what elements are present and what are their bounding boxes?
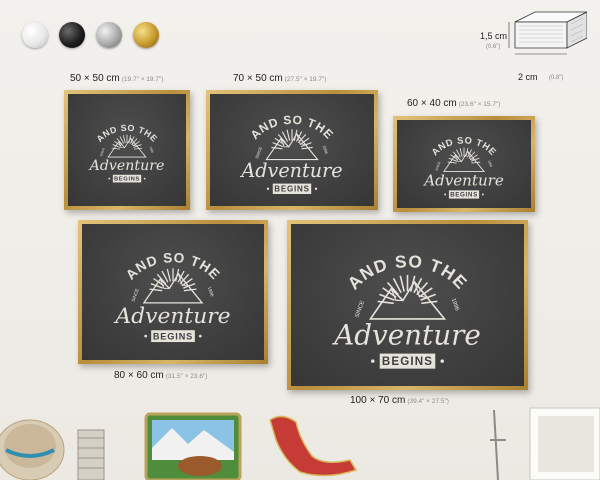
- artwork-line2: Adventure: [239, 159, 342, 182]
- sun-ray: [183, 288, 197, 292]
- size-label-80x60: 80 × 60 cm (31.5" × 23.6"): [114, 370, 208, 381]
- gold-finish-swatch[interactable]: [133, 22, 159, 48]
- frame-finish-swatches: [22, 22, 159, 48]
- sun-ray: [301, 146, 313, 150]
- sun-ray: [377, 300, 394, 305]
- artwork-since: SINCE: [254, 146, 263, 160]
- banner-dot: [371, 359, 375, 363]
- artwork-line2: Adventure: [113, 304, 230, 329]
- sun-ray: [166, 268, 172, 282]
- banner-dot: [198, 334, 202, 338]
- banner-dot: [444, 193, 447, 196]
- artwork-since: SINCE: [130, 288, 139, 303]
- artwork-year: 1996: [149, 146, 155, 154]
- artwork-line3: BEGINS: [153, 331, 193, 341]
- frame-60x40[interactable]: AND SO THE SINCE 1996 Adventure BEGINS: [393, 116, 535, 212]
- artwork-year: 1996: [207, 286, 215, 298]
- artwork-line3: BEGINS: [274, 185, 309, 194]
- sun-ray: [149, 288, 163, 292]
- sun-ray: [421, 300, 438, 305]
- sun-ray: [447, 161, 457, 164]
- artwork-graphic: AND SO THESINCE 1996AdventureBEGINS: [239, 113, 343, 194]
- artwork-graphic: AND SO THESINCE 1996AdventureBEGINS: [113, 250, 231, 343]
- banner-dot: [314, 187, 318, 190]
- sun-ray: [471, 161, 481, 164]
- sun-ray: [122, 135, 126, 144]
- artwork-line2: Adventure: [88, 158, 165, 174]
- artwork-line2: Adventure: [422, 171, 504, 189]
- size-label-70x50: 70 × 50 cm (27.5" × 19.7"): [233, 73, 327, 84]
- artwork: AND SO THE SINCE 1996 Adventure BEGINS: [397, 120, 531, 208]
- artwork-since: SINCE: [434, 161, 441, 171]
- banner-dot: [266, 187, 270, 190]
- profile-width-sub: (0.8"): [549, 75, 564, 81]
- profile-width-label: 2 cm: [518, 72, 538, 82]
- artwork-line3: BEGINS: [114, 177, 140, 183]
- artwork-since: SINCE: [99, 147, 106, 157]
- artwork-year: 1996: [322, 144, 330, 155]
- black-finish-swatch[interactable]: [59, 22, 85, 48]
- sun-ray: [111, 147, 121, 150]
- frame-profile-diagram: [508, 11, 587, 55]
- size-label-60x40: 60 × 40 cm (23.6" × 15.7"): [407, 98, 501, 109]
- frame-80x60[interactable]: AND SO THE SINCE 1996 Adventure BEGINS: [78, 220, 268, 364]
- banner-dot: [108, 177, 111, 180]
- artwork: AND SO THE SINCE 1996 Adventure BEGINS: [82, 224, 264, 360]
- artwork-year: 1996: [450, 298, 460, 312]
- white-finish-swatch[interactable]: [22, 22, 48, 48]
- artwork-line2: Adventure: [331, 318, 481, 351]
- frame-70x50[interactable]: AND SO THE SINCE 1996 Adventure BEGINS: [206, 90, 378, 210]
- banner-dot: [144, 334, 148, 338]
- artwork: AND SO THE SINCE 1996 Adventure BEGINS: [210, 94, 374, 206]
- sun-ray: [271, 146, 283, 150]
- sun-ray: [286, 129, 291, 141]
- frame-50x50[interactable]: AND SO THE SINCE 1996 Adventure BEGINS: [64, 90, 190, 210]
- size-label-50x50: 50 × 50 cm (19.7" × 19.7"): [70, 73, 164, 84]
- banner-dot: [440, 359, 444, 363]
- artwork: AND SO THE SINCE 1996 Adventure BEGINS: [68, 94, 186, 206]
- frame-100x70[interactable]: AND SO THE SINCE 1996 Adventure BEGINS: [287, 220, 528, 390]
- artwork-year: 1996: [487, 160, 493, 168]
- artwork-graphic: AND SO THESINCE 1996AdventureBEGINS: [331, 251, 481, 369]
- sun-ray: [133, 147, 143, 150]
- profile-depth-label: 1,5 cm: [480, 31, 508, 41]
- artwork-line3: BEGINS: [450, 192, 478, 199]
- banner-dot: [143, 177, 146, 180]
- profile-depth-sub: (0.6"): [486, 44, 501, 50]
- souvenir-decor: [0, 407, 600, 480]
- artwork-graphic: AND SO THESINCE 1996AdventureBEGINS: [422, 134, 504, 199]
- sun-ray: [459, 148, 463, 157]
- artwork-line3: BEGINS: [382, 356, 433, 368]
- silver-finish-swatch[interactable]: [96, 22, 122, 48]
- artwork-graphic: AND SO THESINCE 1996AdventureBEGINS: [88, 123, 165, 183]
- banner-dot: [481, 193, 484, 196]
- sun-ray: [399, 275, 405, 292]
- artwork-since: SINCE: [354, 300, 366, 319]
- artwork: AND SO THE SINCE 1996 Adventure BEGINS: [291, 224, 524, 386]
